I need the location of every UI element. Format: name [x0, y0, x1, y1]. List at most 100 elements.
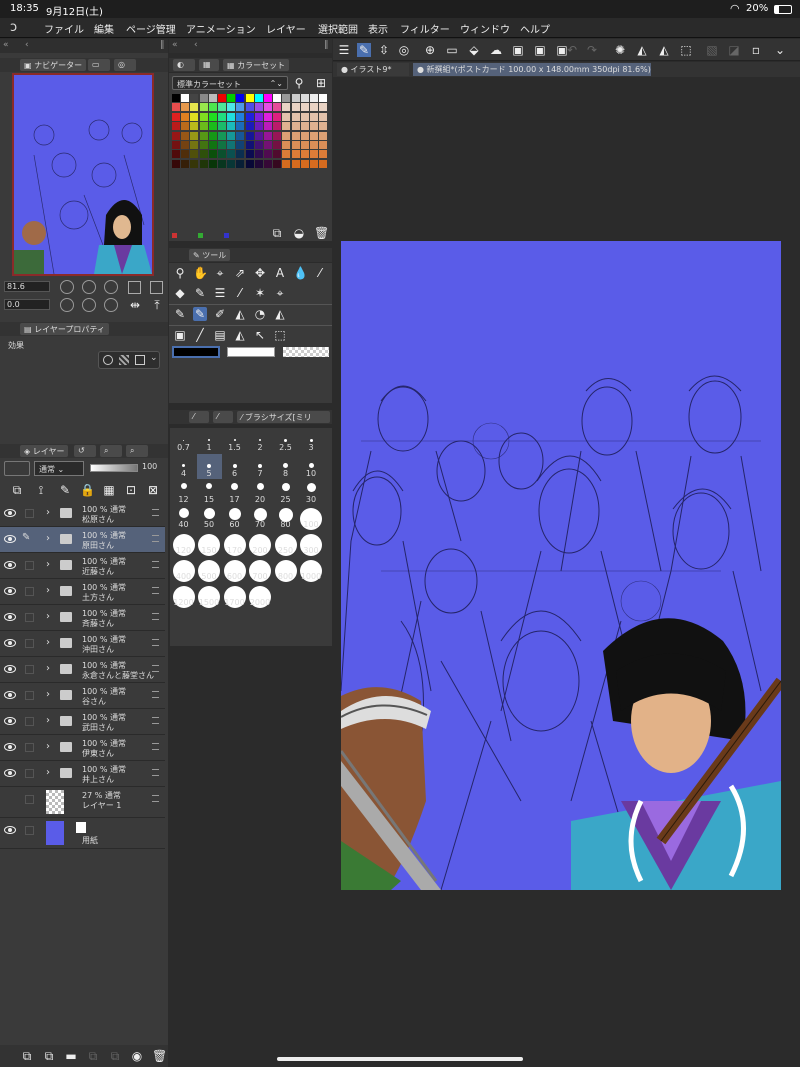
select-tool-icon[interactable]: ↖: [253, 328, 267, 342]
chevron-left-icon[interactable]: ‹: [25, 40, 29, 50]
color-swatch[interactable]: [254, 159, 263, 168]
color-swatch[interactable]: [172, 103, 180, 112]
color-swatch[interactable]: [236, 94, 245, 102]
figure-tool-icon[interactable]: ╱: [193, 328, 207, 342]
color-swatch[interactable]: [264, 150, 272, 159]
color-swatch[interactable]: [310, 112, 318, 121]
collapse-icon[interactable]: «: [172, 40, 178, 50]
tab-color-wheel[interactable]: ◐: [173, 59, 195, 71]
zoom-tool-icon[interactable]: ⚲: [173, 266, 187, 280]
color-swatch[interactable]: [236, 112, 245, 121]
layer-color-icon[interactable]: [135, 355, 145, 365]
rotate-left-icon[interactable]: [60, 298, 74, 312]
border-effect-icon[interactable]: [103, 355, 113, 365]
color-swatch[interactable]: [245, 141, 254, 149]
doc-tab-2[interactable]: ● 新撰組*(ポストカード 100.00 x 148.00mm 350dpi 8…: [413, 63, 651, 76]
fit-window-icon[interactable]: [150, 281, 163, 294]
brush-size-option[interactable]: 300: [299, 531, 324, 557]
tab-tool[interactable]: ✎ ツール: [189, 249, 231, 261]
color-swatch[interactable]: [218, 150, 226, 159]
brush-size-option[interactable]: 250: [273, 531, 298, 557]
ruler-link-icon[interactable]: ⊠: [146, 483, 160, 497]
opacity-value[interactable]: 100: [142, 462, 157, 471]
color-swatch[interactable]: [199, 122, 208, 131]
tab-layer[interactable]: ◈ レイヤー: [20, 445, 69, 457]
color-swatch[interactable]: [273, 103, 282, 112]
layer-row[interactable]: › 100 % 通常 井上さん: [0, 761, 165, 787]
brush-size-option[interactable]: 150: [197, 531, 222, 557]
drag-handle-icon[interactable]: [152, 743, 159, 750]
main-color-swatch[interactable]: [172, 346, 220, 358]
eye-icon[interactable]: [4, 691, 16, 699]
new-vector-layer-icon[interactable]: ⧉: [42, 1049, 56, 1063]
color-swatch[interactable]: [282, 94, 291, 102]
tab-autoaction[interactable]: ⌕: [126, 445, 148, 457]
color-swatch[interactable]: [236, 141, 245, 149]
brush-size-option[interactable]: 1.5: [222, 428, 247, 453]
color-swatch[interactable]: [282, 159, 291, 168]
copy-layer-icon[interactable]: ⧉: [108, 1049, 122, 1063]
color-swatch[interactable]: [218, 159, 226, 168]
zoom-in-icon[interactable]: [82, 280, 96, 294]
drag-handle-icon[interactable]: [152, 639, 159, 646]
color-swatch[interactable]: [181, 131, 190, 140]
color-swatch[interactable]: [236, 159, 245, 168]
color-swatch[interactable]: [190, 159, 199, 168]
color-swatch[interactable]: [236, 150, 245, 159]
color-swatch[interactable]: [291, 112, 300, 121]
brush-size-option[interactable]: 1500: [197, 583, 222, 608]
open-file-icon[interactable]: ▭: [445, 43, 459, 57]
eye-icon[interactable]: [4, 665, 16, 673]
layer-check[interactable]: [25, 587, 34, 596]
color-swatch[interactable]: [190, 150, 199, 159]
color-swatch[interactable]: [300, 112, 309, 121]
expand-arrow-icon[interactable]: ›: [46, 507, 50, 518]
balloon-tool-icon[interactable]: ◭: [233, 328, 247, 342]
color-swatch[interactable]: [172, 150, 180, 159]
color-swatch[interactable]: [208, 103, 217, 112]
deselect-icon[interactable]: ▧: [705, 43, 719, 57]
color-swatch[interactable]: [319, 94, 328, 102]
brush-size-option[interactable]: 40: [171, 505, 196, 530]
layer-row[interactable]: › 100 % 通常 松原さん: [0, 501, 165, 527]
drag-handle-icon[interactable]: [152, 587, 159, 594]
eye-icon[interactable]: [4, 535, 16, 543]
draft-icon[interactable]: ✎: [58, 483, 72, 497]
color-swatch[interactable]: [245, 94, 254, 102]
invert-icon[interactable]: ◪: [727, 43, 741, 57]
brush-size-option[interactable]: 5: [196, 453, 222, 479]
eye-icon[interactable]: [4, 826, 16, 834]
doc-tab-1[interactable]: ● イラスト9*: [337, 63, 409, 76]
brush-size-option[interactable]: 25: [273, 480, 298, 505]
color-swatch[interactable]: [208, 150, 217, 159]
brush-size-option[interactable]: 3: [299, 428, 324, 453]
color-swatch[interactable]: [300, 103, 309, 112]
loading-icon[interactable]: ✺: [613, 43, 627, 57]
color-swatch[interactable]: [181, 141, 190, 149]
eye-icon[interactable]: [4, 561, 16, 569]
pen-tool-icon[interactable]: ✎: [173, 307, 187, 321]
reset-rotate-icon[interactable]: [104, 298, 118, 312]
brush-size-option[interactable]: 700: [248, 557, 273, 582]
color-swatch[interactable]: [218, 122, 226, 131]
color-swatch[interactable]: [282, 112, 291, 121]
color-swatch[interactable]: [172, 112, 180, 121]
flip-vertical-icon[interactable]: ⤒: [150, 298, 164, 312]
delete-layer-icon[interactable]: 🗑: [152, 1049, 167, 1063]
layer-check[interactable]: [25, 795, 34, 804]
brush-size-option[interactable]: 6: [222, 454, 247, 479]
color-swatch[interactable]: [181, 103, 190, 112]
brush-size-option[interactable]: 1000: [299, 557, 324, 582]
layer-check[interactable]: [25, 613, 34, 622]
lock-transparency-icon[interactable]: ▦: [102, 483, 116, 497]
layer-check[interactable]: [25, 769, 34, 778]
bucket-tool-icon[interactable]: ◭: [273, 307, 287, 321]
color-swatch[interactable]: [208, 112, 217, 121]
grip-icon[interactable]: ‖: [324, 40, 329, 50]
brush-size-option[interactable]: 50: [197, 505, 222, 530]
color-swatch[interactable]: [245, 150, 254, 159]
color-swatch[interactable]: [208, 131, 217, 140]
eye-icon[interactable]: [4, 509, 16, 517]
edit-color-icon[interactable]: ⧉: [270, 226, 284, 240]
layer-row[interactable]: 用紙: [0, 818, 165, 849]
